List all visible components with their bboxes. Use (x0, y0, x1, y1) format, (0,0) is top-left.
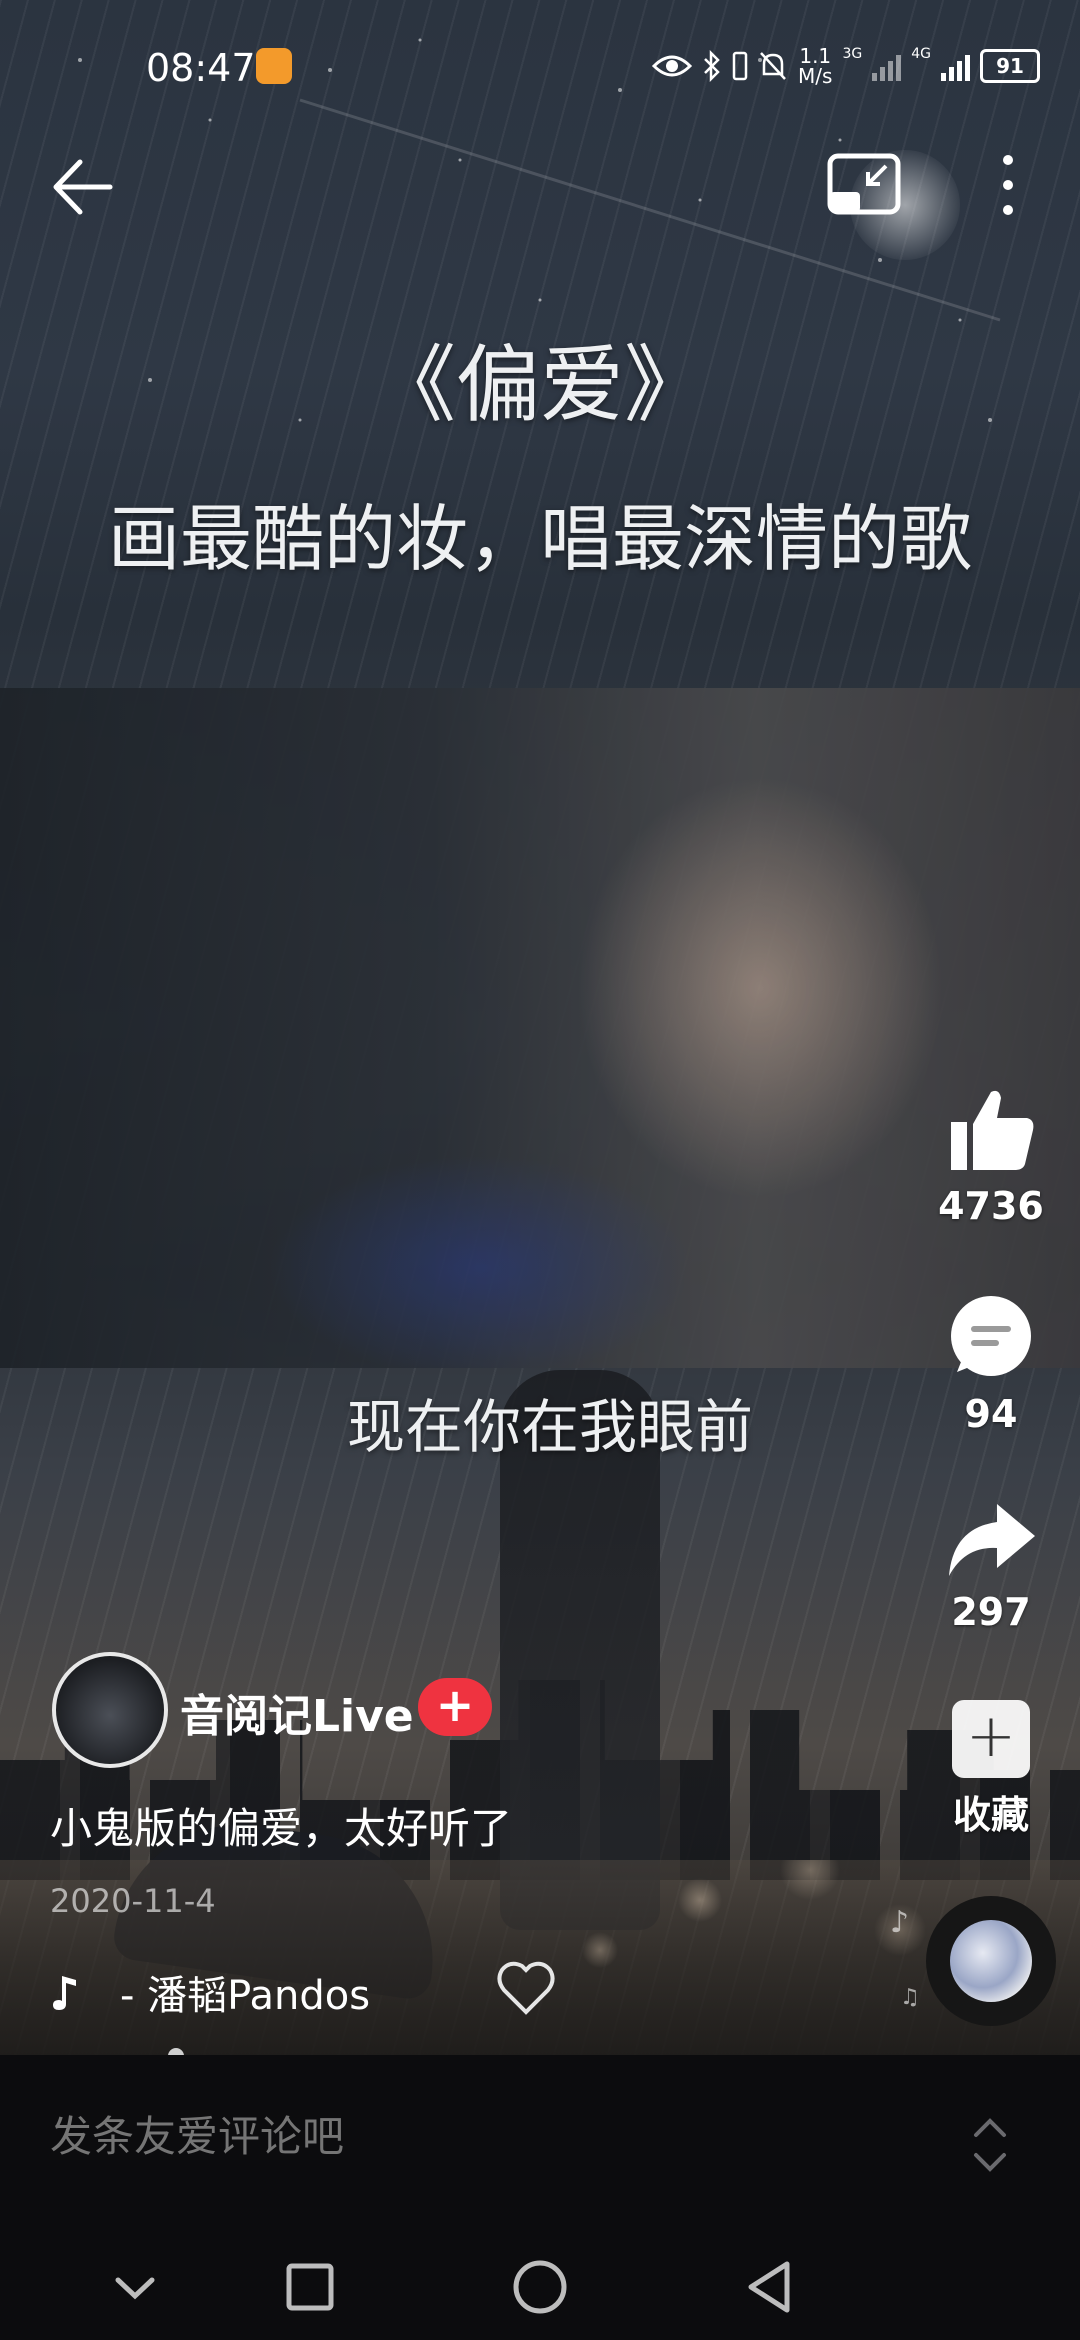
sim1-type: 3G (842, 46, 863, 62)
comment-input[interactable] (50, 2113, 850, 2161)
back-arrow-icon[interactable] (48, 152, 118, 222)
like-count: 4736 (938, 1184, 1044, 1228)
music-note-icon: ♪ (890, 1905, 910, 1940)
music-note-icon (53, 1976, 76, 2010)
share-count: 297 (951, 1590, 1031, 1634)
nav-home-icon[interactable] (505, 2252, 575, 2322)
music-cover-art (950, 1920, 1032, 2002)
vibrate-icon (732, 51, 748, 81)
favorite-button[interactable]: + 收藏 (916, 1700, 1066, 1839)
follow-button[interactable]: + (418, 1678, 492, 1736)
comment-icon (951, 1296, 1031, 1376)
net-speed-unit: M/s (798, 64, 833, 88)
nav-down-icon[interactable] (100, 2252, 170, 2322)
signal-sim1-icon (872, 51, 902, 81)
mute-bell-icon (760, 52, 786, 80)
post-date: 2020-11-4 (50, 1882, 216, 1920)
favorite-label: 收藏 (952, 1793, 1029, 1837)
music-note-small-icon: ♫ (900, 1985, 920, 2010)
comment-bar (0, 2055, 1080, 2230)
more-options-icon[interactable] (990, 150, 1026, 220)
battery-level: 91 (996, 54, 1024, 78)
share-arrow-icon (949, 1504, 1035, 1576)
status-icons: 1.1 M/s 3G 4G 91 (652, 46, 1040, 86)
post-description: 小鬼版的偏爱，太好听了 (50, 1804, 513, 1853)
like-button[interactable]: 4736 (916, 1082, 1066, 1228)
network-speed: 1.1 M/s (798, 46, 832, 86)
nav-back-icon[interactable] (735, 2252, 805, 2322)
comment-count: 94 (964, 1392, 1018, 1436)
battery-icon: 91 (980, 49, 1040, 83)
sim2-type: 4G (911, 46, 931, 62)
picture-in-picture-icon[interactable] (826, 152, 902, 218)
share-button[interactable]: 297 (916, 1500, 1066, 1634)
status-time: 08:47 (146, 46, 256, 90)
thumbs-up-icon (951, 1090, 1034, 1170)
system-nav-bar (0, 2230, 1080, 2340)
music-disc-button[interactable] (926, 1896, 1056, 2026)
comment-button[interactable]: 94 (916, 1294, 1066, 1436)
net-speed-value: 1.1 (799, 44, 832, 68)
music-title: - 潘韬Pandos (120, 1973, 371, 2019)
status-bar: 08:47 1.1 M/s 3G 4G 91 (0, 30, 1080, 100)
bluetooth-icon (704, 50, 720, 82)
author-avatar[interactable] (52, 1652, 168, 1768)
author-name[interactable]: 音阅记Live (180, 1680, 414, 1744)
notification-app-icon (256, 48, 292, 84)
add-favorite-icon: + (952, 1700, 1030, 1778)
video-title-overlay: 《偏爱》 (371, 336, 708, 434)
video-subtitle-overlay: 画最酷的妆，唱最深情的歌 (107, 497, 972, 581)
expand-collapse-icon[interactable] (970, 2105, 1010, 2185)
signal-sim2-icon (941, 51, 970, 81)
eye-icon (652, 55, 693, 77)
singer-photo (0, 688, 1080, 1368)
nav-recents-icon[interactable] (275, 2252, 345, 2322)
music-info[interactable]: - 潘韬Pandos (50, 1962, 370, 2022)
heart-icon[interactable] (496, 1960, 556, 2016)
